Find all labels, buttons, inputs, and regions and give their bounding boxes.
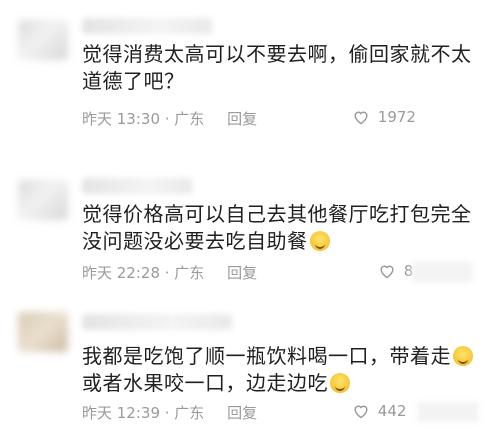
laughing-tears-emoji	[453, 346, 473, 366]
reply-button[interactable]: 回复	[227, 264, 257, 282]
like-button[interactable]: 1972	[352, 108, 416, 129]
comment-line: 或者水果咬一口，边走边吃	[82, 371, 328, 395]
comment-text: 我都是吃饱了顺一瓶饮料喝一口，带着走 或者水果咬一口，边走边吃	[82, 343, 482, 397]
heart-outline-icon	[352, 109, 370, 129]
blur-mask	[418, 402, 478, 422]
comment-line: 没问题没必要去吃自助餐	[82, 229, 308, 253]
username-blurred[interactable]	[82, 178, 192, 194]
blur-mask	[412, 262, 472, 282]
comment-meta: 昨天 13:30 · 广东 回复	[82, 108, 257, 129]
comment-meta: 昨天 12:39 · 广东 回复	[82, 402, 257, 423]
username-blurred[interactable]	[82, 18, 212, 34]
smiling-face-emoji	[309, 231, 330, 251]
heart-outline-icon	[378, 263, 396, 283]
comment-line: 觉得价格高可以自己去其他餐厅吃打包完全	[82, 202, 472, 226]
avatar[interactable]	[18, 312, 68, 352]
avatar[interactable]	[18, 20, 68, 60]
comment-time-location: 昨天 13:30 · 广东	[82, 110, 205, 128]
laughing-tears-emoji	[330, 373, 350, 393]
comment-text: 觉得消费太高可以不要去啊，偷回家就不太 道德了吧？	[82, 41, 482, 95]
comment-line: 我都是吃饱了顺一瓶饮料喝一口，带着走	[82, 344, 451, 368]
comment-text: 觉得价格高可以自己去其他餐厅吃打包完全 没问题没必要去吃自助餐	[82, 201, 482, 255]
reply-button[interactable]: 回复	[227, 404, 257, 422]
comment-line: 觉得消费太高可以不要去啊，偷回家就不太	[82, 42, 472, 66]
username-blurred[interactable]	[82, 314, 232, 330]
comment-time-location: 昨天 12:39 · 广东	[82, 404, 205, 422]
like-button[interactable]: 442	[352, 402, 406, 423]
like-count: 1972	[377, 108, 416, 126]
reply-button[interactable]: 回复	[227, 110, 257, 128]
comment-meta: 昨天 22:28 · 广东 回复	[82, 262, 257, 283]
like-count: 442	[377, 402, 407, 420]
comment-time-location: 昨天 22:28 · 广东	[82, 264, 205, 282]
heart-outline-icon	[352, 403, 370, 423]
comment-line: 道德了吧？	[82, 69, 185, 93]
avatar[interactable]	[18, 180, 68, 220]
like-button[interactable]: 8	[378, 262, 413, 283]
